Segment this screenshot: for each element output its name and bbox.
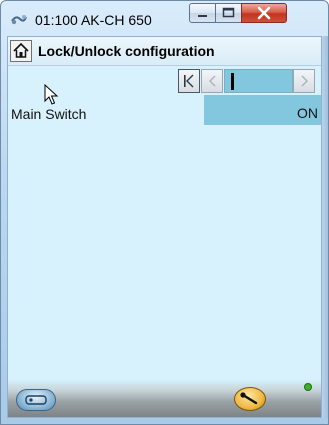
setting-value-field[interactable]: ON bbox=[204, 95, 321, 125]
next-page-button[interactable] bbox=[293, 69, 315, 93]
status-indicator bbox=[304, 383, 312, 391]
footer-bar bbox=[8, 379, 321, 417]
window-edge bbox=[322, 36, 328, 418]
service-button[interactable] bbox=[234, 387, 266, 411]
close-icon bbox=[257, 6, 271, 20]
content-panel: Lock/Unlock configuration Main Switch ON bbox=[7, 36, 322, 418]
window-title: 01:100 AK-CH 650 bbox=[35, 12, 152, 28]
previous-page-icon bbox=[209, 75, 216, 87]
maximize-icon bbox=[222, 7, 235, 18]
title-bar[interactable]: 01:100 AK-CH 650 bbox=[1, 1, 328, 35]
page-header: Lock/Unlock configuration bbox=[8, 37, 321, 66]
close-button[interactable] bbox=[241, 3, 287, 23]
home-icon bbox=[13, 42, 29, 58]
home-button[interactable] bbox=[10, 40, 32, 62]
minimize-button[interactable] bbox=[189, 3, 216, 23]
page-slider[interactable] bbox=[224, 69, 293, 93]
page-slider-thumb[interactable] bbox=[231, 73, 234, 90]
mouse-pointer-icon bbox=[44, 84, 59, 105]
setting-value: ON bbox=[297, 105, 318, 121]
first-page-button[interactable] bbox=[178, 69, 200, 93]
next-page-icon bbox=[301, 75, 308, 87]
previous-page-button[interactable] bbox=[201, 69, 223, 93]
app-window: 01:100 AK-CH 650 Lock/Unlock configurati… bbox=[0, 0, 329, 425]
device-icon bbox=[25, 395, 47, 405]
device-button[interactable] bbox=[16, 389, 56, 411]
wrench-icon bbox=[240, 392, 258, 405]
page-title: Lock/Unlock configuration bbox=[38, 43, 215, 59]
first-page-icon bbox=[184, 74, 194, 88]
app-icon bbox=[10, 11, 28, 27]
setting-label: Main Switch bbox=[11, 106, 87, 122]
minimize-icon bbox=[198, 15, 207, 17]
maximize-button[interactable] bbox=[215, 3, 242, 23]
